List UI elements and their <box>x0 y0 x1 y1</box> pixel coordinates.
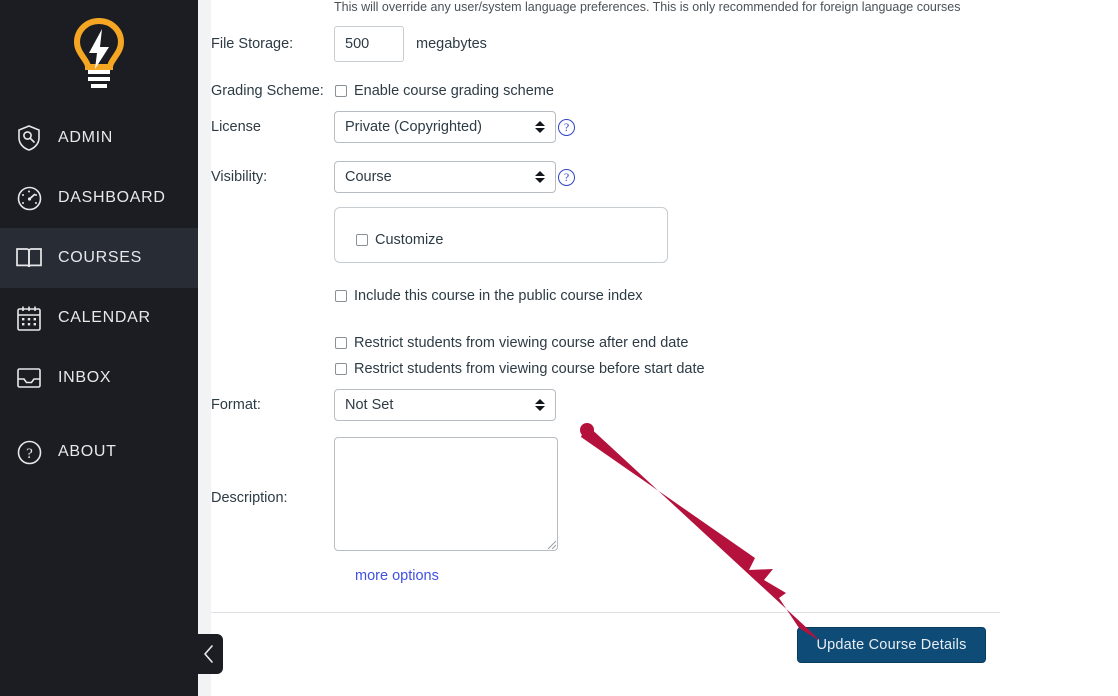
select-arrows-icon <box>535 119 545 135</box>
app-logo[interactable] <box>0 0 198 108</box>
visibility-help-icon[interactable]: ? <box>558 169 575 186</box>
file-storage-input[interactable] <box>334 26 404 62</box>
select-arrows-icon <box>535 397 545 413</box>
svg-text:?: ? <box>26 446 33 462</box>
sidebar-item-courses[interactable]: COURSES <box>0 228 198 288</box>
restrict-after-end-date-label: Restrict students from viewing course af… <box>354 335 689 351</box>
format-select-value: Not Set <box>345 397 394 413</box>
license-label: License <box>211 119 261 135</box>
sidebar-item-about[interactable]: ? ABOUT <box>0 422 198 482</box>
course-settings-form: This will override any user/system langu… <box>211 0 1118 696</box>
sidebar-item-admin[interactable]: ADMIN <box>0 108 198 168</box>
restrict-after-end-date-checkbox[interactable] <box>335 337 347 349</box>
sidebar-item-label: DASHBOARD <box>58 189 166 206</box>
sidebar-content-gutter <box>198 0 211 696</box>
restrict-before-start-date-checkbox[interactable] <box>335 363 347 375</box>
sidebar-nav-list: ADMIN DASHBOARD COURSES CALENDAR INBOX ?… <box>0 108 198 482</box>
grading-scheme-label: Grading Scheme: <box>211 83 324 99</box>
sidebar-item-label: ABOUT <box>58 443 117 460</box>
sidebar-item-inbox[interactable]: INBOX <box>0 348 198 408</box>
more-options-link[interactable]: more options <box>355 568 439 584</box>
customize-panel: Customize <box>334 207 668 263</box>
shield-wrench-icon <box>14 123 44 153</box>
visibility-select-value: Course <box>345 169 392 185</box>
select-arrows-icon <box>535 169 545 185</box>
language-helper-text: This will override any user/system langu… <box>334 0 961 14</box>
description-label: Description: <box>211 490 288 506</box>
customize-label: Customize <box>375 232 444 248</box>
form-divider <box>211 612 1000 613</box>
restrict-before-start-date-label: Restrict students from viewing course be… <box>354 361 705 377</box>
global-navigation-sidebar: ADMIN DASHBOARD COURSES CALENDAR INBOX ?… <box>0 0 198 696</box>
sidebar-item-label: CALENDAR <box>58 309 151 326</box>
open-book-icon <box>14 243 44 273</box>
customize-checkbox[interactable] <box>356 234 368 246</box>
license-select-value: Private (Copyrighted) <box>345 119 482 135</box>
description-textarea[interactable] <box>334 437 558 551</box>
sidebar-item-label: INBOX <box>58 369 112 386</box>
license-help-icon[interactable]: ? <box>558 119 575 136</box>
sidebar-item-calendar[interactable]: CALENDAR <box>0 288 198 348</box>
sidebar-collapse-button[interactable] <box>195 634 223 674</box>
question-circle-icon: ? <box>14 437 44 467</box>
file-storage-unit: megabytes <box>416 36 487 52</box>
sidebar-item-label: COURSES <box>58 249 143 266</box>
file-storage-label: File Storage: <box>211 36 294 52</box>
format-label: Format: <box>211 397 261 413</box>
format-select[interactable]: Not Set <box>334 389 556 421</box>
calendar-icon <box>14 303 44 333</box>
public-index-label: Include this course in the public course… <box>354 288 643 304</box>
inbox-tray-icon <box>14 363 44 393</box>
speedometer-icon <box>14 183 44 213</box>
license-select[interactable]: Private (Copyrighted) <box>334 111 556 143</box>
sidebar-item-label: ADMIN <box>58 129 114 146</box>
app-root: ADMIN DASHBOARD COURSES CALENDAR INBOX ?… <box>0 0 1118 696</box>
enable-grading-scheme-label: Enable course grading scheme <box>354 83 554 99</box>
visibility-select[interactable]: Course <box>334 161 556 193</box>
sidebar-item-dashboard[interactable]: DASHBOARD <box>0 168 198 228</box>
update-course-details-button[interactable]: Update Course Details <box>797 627 986 663</box>
lightbulb-logo-icon <box>73 17 125 88</box>
visibility-label: Visibility: <box>211 169 268 185</box>
public-index-checkbox[interactable] <box>335 290 347 302</box>
enable-grading-scheme-checkbox[interactable] <box>335 85 347 97</box>
chevron-left-icon <box>204 645 213 663</box>
